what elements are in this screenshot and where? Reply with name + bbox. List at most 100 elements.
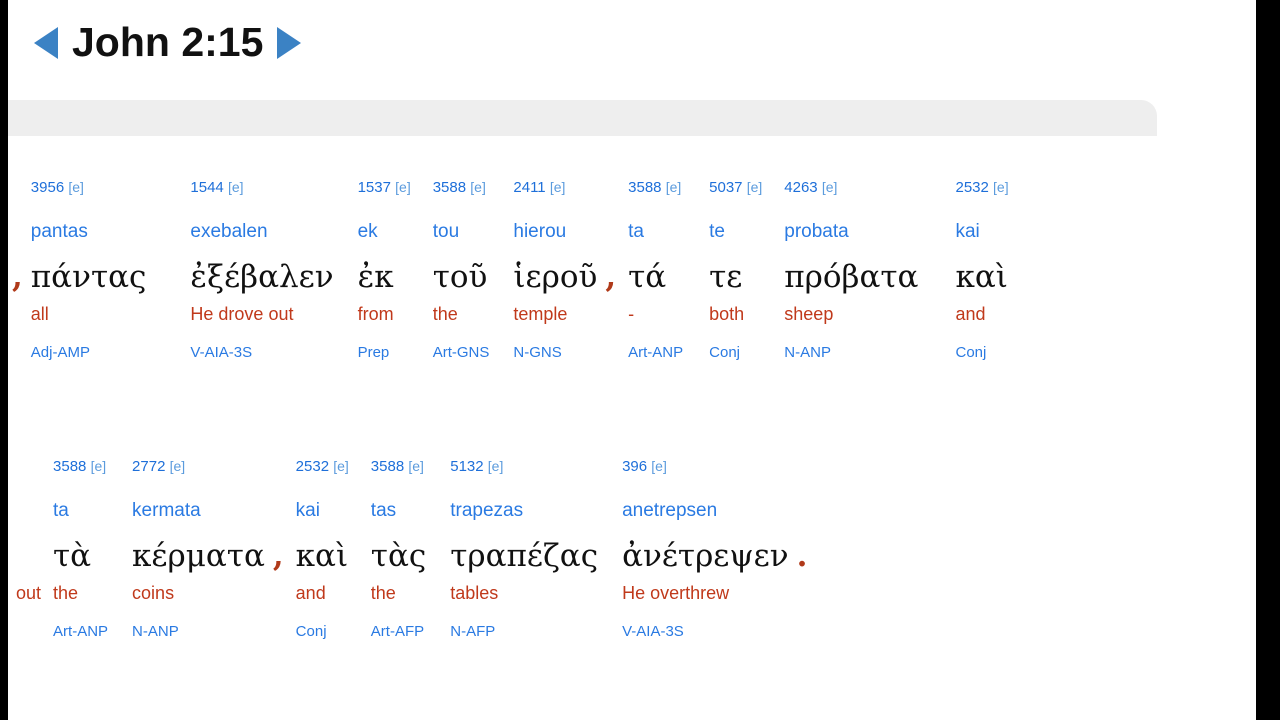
greek-word[interactable]: τοῦ xyxy=(433,259,488,295)
strongs-bracket: [e] xyxy=(651,458,667,474)
transliteration[interactable]: exebalen xyxy=(190,222,267,241)
greek-word[interactable]: τὰς xyxy=(371,538,426,574)
parsing-code[interactable]: Conj xyxy=(955,345,986,360)
interlinear-word[interactable]: 3588 [e] tou τοῦ the Art-GNS xyxy=(433,180,490,360)
parsing-code[interactable]: V-AIA-3S xyxy=(190,345,252,360)
interlinear-word[interactable]: 1537 [e] ek ἐκ from Prep xyxy=(358,180,411,360)
strongs-bracket: [e] xyxy=(470,179,486,195)
triangle-left-icon[interactable] xyxy=(34,26,58,59)
greek-word[interactable]: πρόβατα xyxy=(784,259,918,295)
parsing-code[interactable]: Prep xyxy=(358,345,390,360)
strongs-bracket: [e] xyxy=(549,179,566,195)
english-gloss: - xyxy=(628,304,635,324)
interlinear-word[interactable]: 5132 [e] trapezas τραπέζας tables N-AFP xyxy=(450,459,598,639)
interlinear-word[interactable]: 3588 [e] ta τὰ the Art-ANP xyxy=(53,459,108,639)
transliteration[interactable]: te xyxy=(709,222,725,241)
strongs-number[interactable]: 3956 [e] xyxy=(31,180,84,195)
punctuation-column: , xyxy=(605,180,616,360)
parsing-code[interactable]: N-AFP xyxy=(450,624,495,639)
strongs-number[interactable]: 2772 [e] xyxy=(132,459,185,474)
strongs-number[interactable]: 2411 [e] xyxy=(513,180,565,195)
english-gloss: from xyxy=(357,304,394,324)
greek-word[interactable]: ἀνέτρεψεν xyxy=(622,538,789,574)
transliteration[interactable]: hierou xyxy=(513,222,566,241)
interlinear-word[interactable]: 2772 [e] kermata κέρματα coins N-ANP xyxy=(132,459,265,639)
page-title: John 2:15 xyxy=(72,19,264,65)
strongs-bracket: [e] xyxy=(395,179,411,195)
strongs-number[interactable]: 3588 [e] xyxy=(433,180,486,195)
greek-word[interactable]: τε xyxy=(709,259,742,295)
strongs-number[interactable]: 396 [e] xyxy=(622,459,667,474)
greek-word[interactable]: κέρματα xyxy=(132,538,265,574)
transliteration[interactable]: pantas xyxy=(31,222,88,241)
punctuation-mark: , xyxy=(605,258,617,295)
interlinear-word[interactable]: 3956 [e] pantas πάντας all Adj-AMP xyxy=(31,180,147,360)
transliteration[interactable]: kai xyxy=(955,222,979,241)
transliteration[interactable]: ta xyxy=(53,501,69,520)
parsing-code[interactable]: Art-ANP xyxy=(53,624,108,639)
strongs-number[interactable]: 3588 [e] xyxy=(628,180,681,195)
verse-page: John 2:15 , 3956 [e] pantas πάντας all Adj-AM… xyxy=(8,0,1256,720)
interlinear-word[interactable]: 3588 [e] ta τά - Art-ANP xyxy=(628,180,683,360)
greek-word[interactable]: πάντας xyxy=(31,259,147,295)
greek-word[interactable]: ἱεροῦ xyxy=(513,259,597,295)
english-gloss: both xyxy=(709,304,745,324)
interlinear-word[interactable]: 2532 [e] kai καὶ and Conj xyxy=(955,180,1008,360)
parsing-code[interactable]: Art-AFP xyxy=(371,624,424,639)
parsing-code[interactable]: Art-GNS xyxy=(433,345,490,360)
transliteration[interactable]: anetrepsen xyxy=(622,501,717,520)
toolbar-strip xyxy=(8,100,1157,136)
transliteration[interactable]: tou xyxy=(433,222,459,241)
transliteration[interactable]: ek xyxy=(358,222,378,241)
parsing-code[interactable]: N-GNS xyxy=(513,345,561,360)
strongs-number[interactable]: 2532 [e] xyxy=(296,459,349,474)
verse-header: John 2:15 xyxy=(8,0,1256,100)
transliteration[interactable]: tas xyxy=(371,501,396,520)
strongs-bracket: [e] xyxy=(68,179,84,195)
interlinear-word[interactable]: 4263 [e] probata πρόβατα sheep N-ANP xyxy=(784,180,918,360)
strongs-number[interactable]: 3588 [e] xyxy=(371,459,424,474)
strongs-bracket: [e] xyxy=(333,458,349,474)
strongs-number[interactable]: 3588 [e] xyxy=(53,459,106,474)
strongs-number[interactable]: 1544 [e] xyxy=(190,180,243,195)
greek-word[interactable]: ἐκ xyxy=(358,259,394,295)
parsing-code[interactable]: Conj xyxy=(709,345,740,360)
greek-word[interactable]: τὰ xyxy=(53,538,91,574)
interlinear-word[interactable]: 2532 [e] kai καὶ and Conj xyxy=(296,459,349,639)
transliteration[interactable]: probata xyxy=(784,222,848,241)
greek-word[interactable]: τά xyxy=(628,259,666,295)
strongs-number[interactable]: 5037 [e] xyxy=(709,180,762,195)
punctuation-column: , xyxy=(273,459,284,639)
interlinear-word[interactable]: 396 [e] anetrepsen ἀνέτρεψεν He overthrew V-… xyxy=(622,459,789,639)
english-gloss: and xyxy=(955,304,986,324)
greek-word[interactable]: καὶ xyxy=(296,538,348,574)
greek-word[interactable]: καὶ xyxy=(955,259,1007,295)
interlinear-table: , 3956 [e] pantas πάντας all Adj-AMP 1544 [e] e… xyxy=(8,136,1256,720)
strongs-number[interactable]: 1537 [e] xyxy=(358,180,411,195)
transliteration[interactable]: ta xyxy=(628,222,644,241)
interlinear-word[interactable]: 1544 [e] exebalen ἐξέβαλεν He drove out V-AI… xyxy=(190,180,333,360)
parsing-code[interactable]: Art-ANP xyxy=(628,345,683,360)
parsing-code[interactable]: V-AIA-3S xyxy=(622,624,684,639)
transliteration[interactable]: kai xyxy=(296,501,320,520)
interlinear-word[interactable]: 5037 [e] te τε both Conj xyxy=(709,180,762,360)
transliteration[interactable]: trapezas xyxy=(450,501,523,520)
strongs-bracket: [e] xyxy=(487,458,504,474)
strongs-number[interactable]: 5132 [e] xyxy=(450,459,503,474)
app-root: John 2:15 , 3956 [e] pantas πάντας all Adj-AM… xyxy=(0,0,1280,720)
greek-word[interactable]: ἐξέβαλεν xyxy=(190,259,333,295)
punctuation-mark: , xyxy=(12,258,23,295)
parsing-code[interactable]: Adj-AMP xyxy=(31,345,90,360)
triangle-right-icon[interactable] xyxy=(277,26,302,59)
interlinear-word[interactable]: 2411 [e] hierou ἱεροῦ temple N-GNS xyxy=(513,180,597,360)
interlinear-word[interactable]: 3588 [e] tas τὰς the Art-AFP xyxy=(371,459,426,639)
parsing-code[interactable]: N-ANP xyxy=(132,624,179,639)
parsing-code[interactable]: Conj xyxy=(296,624,327,639)
greek-word[interactable]: τραπέζας xyxy=(450,538,598,574)
parsing-code[interactable]: N-ANP xyxy=(784,345,831,360)
verse-navigation: John 2:15 xyxy=(34,19,302,65)
english-gloss: the xyxy=(370,583,396,603)
transliteration[interactable]: kermata xyxy=(132,501,201,520)
strongs-number[interactable]: 2532 [e] xyxy=(955,180,1008,195)
strongs-number[interactable]: 4263 [e] xyxy=(784,180,837,195)
